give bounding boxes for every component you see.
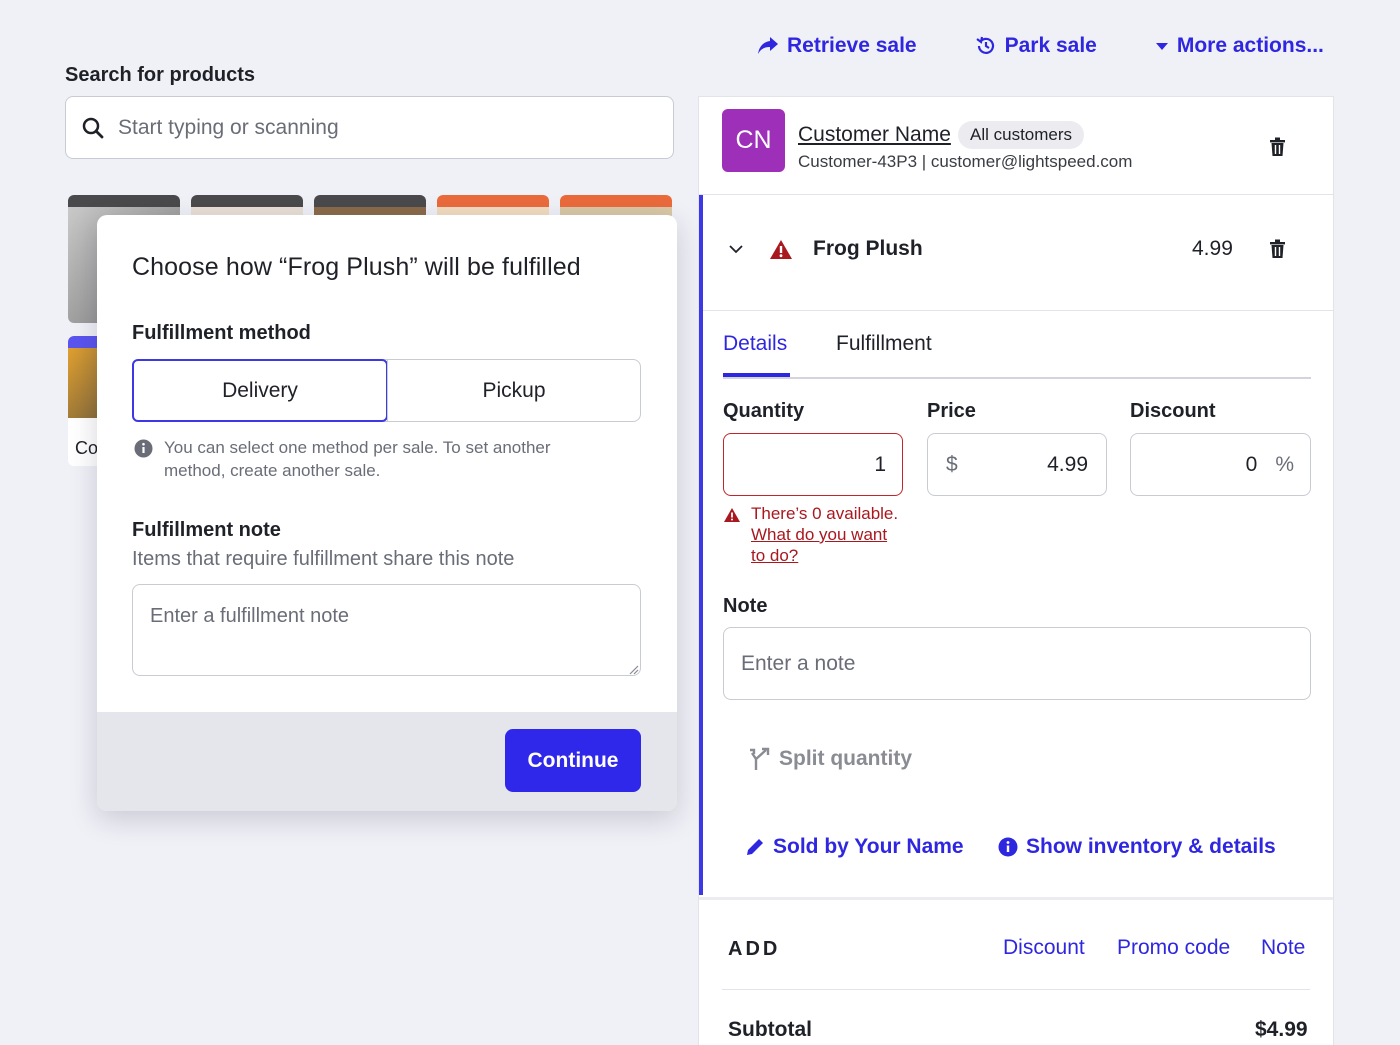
top-actions: Retrieve sale Park sale More actions... [757, 34, 1324, 58]
search-icon [82, 117, 104, 138]
line-item-tabs: Details Fulfillment [723, 327, 1311, 379]
method-info-text: You can select one method per sale. To s… [164, 438, 551, 480]
quantity-value: 1 [874, 452, 886, 476]
fulfillment-note-input[interactable] [132, 584, 641, 676]
discount-label: Discount [1130, 400, 1216, 422]
subtotal-label: Subtotal [728, 1018, 812, 1041]
fulfillment-note-label: Fulfillment note [132, 519, 281, 541]
line-item-price: 4.99 [1192, 237, 1233, 260]
share-arrow-icon [758, 37, 778, 54]
discount-input[interactable]: 0 % [1130, 433, 1311, 496]
search-input[interactable] [118, 115, 638, 140]
fulfillment-method-toggle: Delivery Pickup [132, 359, 641, 422]
discount-value: 0 [1245, 452, 1258, 476]
park-sale-link[interactable]: Park sale [975, 34, 1097, 58]
currency-symbol: $ [946, 452, 958, 476]
percent-unit: % [1275, 452, 1294, 476]
sold-by-link[interactable]: Sold by Your Name [745, 835, 964, 859]
split-quantity-button[interactable]: Split quantity [749, 747, 912, 771]
line-item: Frog Plush 4.99 Details Fulfillment Quan… [699, 195, 1333, 895]
search-box [65, 96, 674, 159]
note-input[interactable] [723, 627, 1311, 700]
sold-by-label: Sold by Your Name [773, 835, 964, 858]
customer-header: CN Customer Name All customers Customer-… [699, 97, 1333, 195]
tile-strip [191, 195, 303, 207]
quantity-label: Quantity [723, 400, 805, 422]
tile-strip [560, 195, 672, 207]
retrieve-sale-label: Retrieve sale [787, 34, 917, 57]
more-actions-dropdown[interactable]: More actions... [1155, 34, 1324, 58]
remove-customer-trash-icon[interactable] [1269, 137, 1286, 157]
modal-footer: Continue [97, 712, 677, 811]
quantity-input[interactable]: 1 [723, 433, 903, 496]
add-note-link[interactable]: Note [1261, 936, 1305, 960]
info-icon [134, 436, 154, 482]
pickup-option[interactable]: Pickup [387, 360, 640, 421]
tile-strip [437, 195, 549, 207]
tile-strip [314, 195, 426, 207]
tile-strip [68, 195, 180, 207]
split-quantity-label: Split quantity [779, 747, 912, 770]
more-actions-label: More actions... [1176, 34, 1324, 57]
resize-grip-icon[interactable] [629, 665, 639, 675]
tab-details[interactable]: Details [723, 332, 787, 356]
stock-error-link[interactable]: What do you want to do? [751, 525, 887, 565]
price-input[interactable]: $ 4.99 [927, 433, 1107, 496]
chevron-down-icon[interactable] [729, 245, 743, 254]
remove-item-trash-icon[interactable] [1269, 239, 1286, 259]
subtotal-value: $4.99 [1255, 1018, 1308, 1041]
show-inventory-label: Show inventory & details [1026, 835, 1276, 858]
price-label: Price [927, 400, 976, 422]
tab-fulfillment[interactable]: Fulfillment [836, 332, 932, 356]
add-promo-code-link[interactable]: Promo code [1117, 936, 1230, 960]
note-label: Note [723, 595, 768, 617]
line-item-header[interactable]: Frog Plush 4.99 [703, 195, 1333, 311]
delivery-option[interactable]: Delivery [132, 359, 388, 422]
park-sale-label: Park sale [1004, 34, 1097, 57]
add-discount-link[interactable]: Discount [1003, 936, 1085, 960]
retrieve-sale-link[interactable]: Retrieve sale [757, 34, 917, 58]
active-tab-indicator [723, 373, 790, 377]
customer-name-link[interactable]: Customer Name [798, 123, 951, 147]
history-icon [975, 36, 994, 54]
caret-down-icon [1155, 43, 1168, 50]
stock-error-text: There’s 0 available. [751, 504, 899, 523]
sale-panel: CN Customer Name All customers Customer-… [698, 96, 1334, 1045]
modal-title: Choose how “Frog Plush” will be fulfille… [132, 253, 581, 281]
fulfillment-note-help: Items that require fulfillment share thi… [132, 548, 515, 570]
avatar: CN [722, 109, 785, 172]
customer-details: Customer-43P3 | customer@lightspeed.com [798, 152, 1133, 171]
pencil-icon [747, 839, 763, 855]
info-icon [998, 837, 1018, 857]
warning-icon [723, 503, 741, 566]
stock-error: There’s 0 available. What do you want to… [723, 503, 901, 566]
continue-button[interactable]: Continue [505, 729, 641, 792]
method-info: You can select one method per sale. To s… [134, 436, 614, 482]
line-item-name: Frog Plush [813, 237, 923, 260]
fulfillment-modal: Choose how “Frog Plush” will be fulfille… [97, 215, 677, 811]
fulfillment-method-label: Fulfillment method [132, 322, 311, 344]
split-icon [750, 747, 770, 770]
warning-icon [770, 240, 792, 259]
add-title: ADD [728, 938, 781, 960]
search-label: Search for products [65, 64, 256, 86]
customer-group-badge: All customers [958, 121, 1085, 149]
show-inventory-link[interactable]: Show inventory & details [998, 835, 1276, 859]
product-tile-label: Co [75, 438, 99, 458]
add-section: ADD Discount Promo code Note Subtotal $4… [699, 897, 1333, 1045]
price-value: 4.99 [1047, 452, 1088, 476]
divider [722, 989, 1310, 990]
